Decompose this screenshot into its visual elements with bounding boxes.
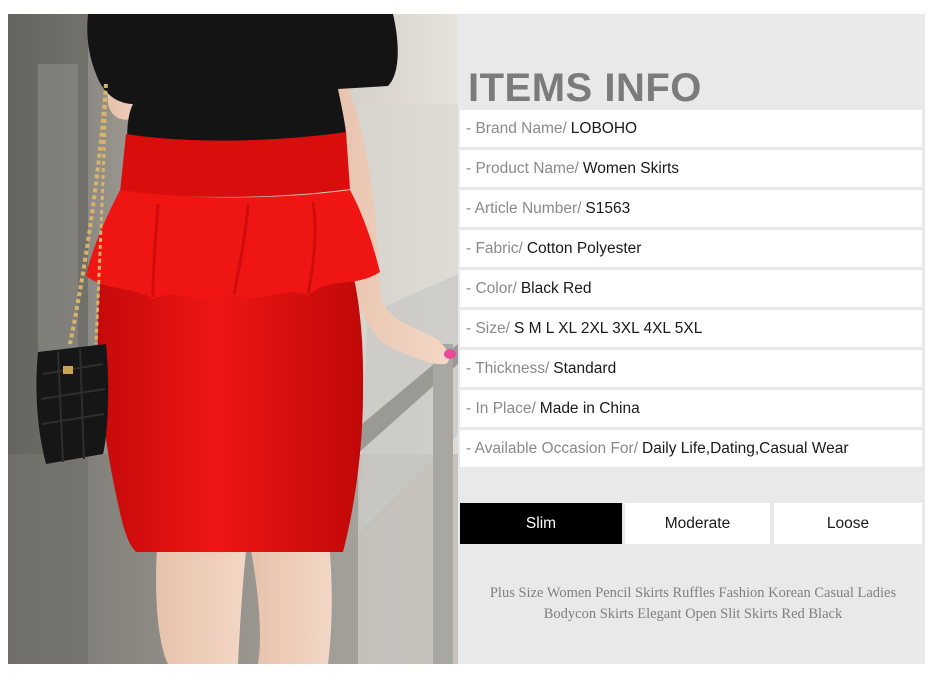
info-value: S M L XL 2XL 3XL 4XL 5XL <box>513 319 703 337</box>
info-key: - Available Occasion For/ <box>466 439 639 457</box>
info-key: - Thickness/ <box>466 359 550 377</box>
fit-option-moderate[interactable]: Moderate <box>625 503 770 544</box>
info-row-brand: - Brand Name/ LOBOHO <box>460 110 922 147</box>
info-row-fabric: - Fabric/ Cotton Polyester <box>460 230 922 267</box>
info-value: Made in China <box>539 399 640 417</box>
info-value: S1563 <box>585 199 631 217</box>
info-key: - Color/ <box>466 279 517 297</box>
info-row-occasion: - Available Occasion For/ Daily Life,Dat… <box>460 430 922 467</box>
fit-option-loose[interactable]: Loose <box>774 503 922 544</box>
product-photo <box>8 14 458 664</box>
info-row-place: - In Place/ Made in China <box>460 390 922 427</box>
fit-option-slim[interactable]: Slim <box>460 503 622 544</box>
info-value: Daily Life,Dating,Casual Wear <box>642 439 849 457</box>
info-key: - Brand Name/ <box>466 119 567 137</box>
info-value: Standard <box>553 359 617 377</box>
product-description: Plus Size Women Pencil Skirts Ruffles Fa… <box>489 585 897 622</box>
info-value: Women Skirts <box>582 159 680 177</box>
fit-selector: Slim Moderate Loose <box>460 503 925 544</box>
info-key: - Article Number/ <box>466 199 582 217</box>
info-value: Cotton Polyester <box>526 239 642 257</box>
info-row-product-name: - Product Name/ Women Skirts <box>460 150 922 187</box>
info-row-article-number: - Article Number/ S1563 <box>460 190 922 227</box>
info-key: - Size/ <box>466 319 510 337</box>
info-value: LOBOHO <box>570 119 638 137</box>
info-key: - Product Name/ <box>466 159 579 177</box>
info-key: - In Place/ <box>466 399 536 417</box>
info-row-color: - Color/ Black Red <box>460 270 922 307</box>
info-key: - Fabric/ <box>466 239 523 257</box>
info-value: Black Red <box>520 279 592 297</box>
info-row-thickness: - Thickness/ Standard <box>460 350 922 387</box>
items-info-panel: ITEMS INFO - Brand Name/ LOBOHO - Produc… <box>460 14 925 664</box>
info-row-size: - Size/ S M L XL 2XL 3XL 4XL 5XL <box>460 310 922 347</box>
items-info-title: ITEMS INFO <box>468 66 702 110</box>
